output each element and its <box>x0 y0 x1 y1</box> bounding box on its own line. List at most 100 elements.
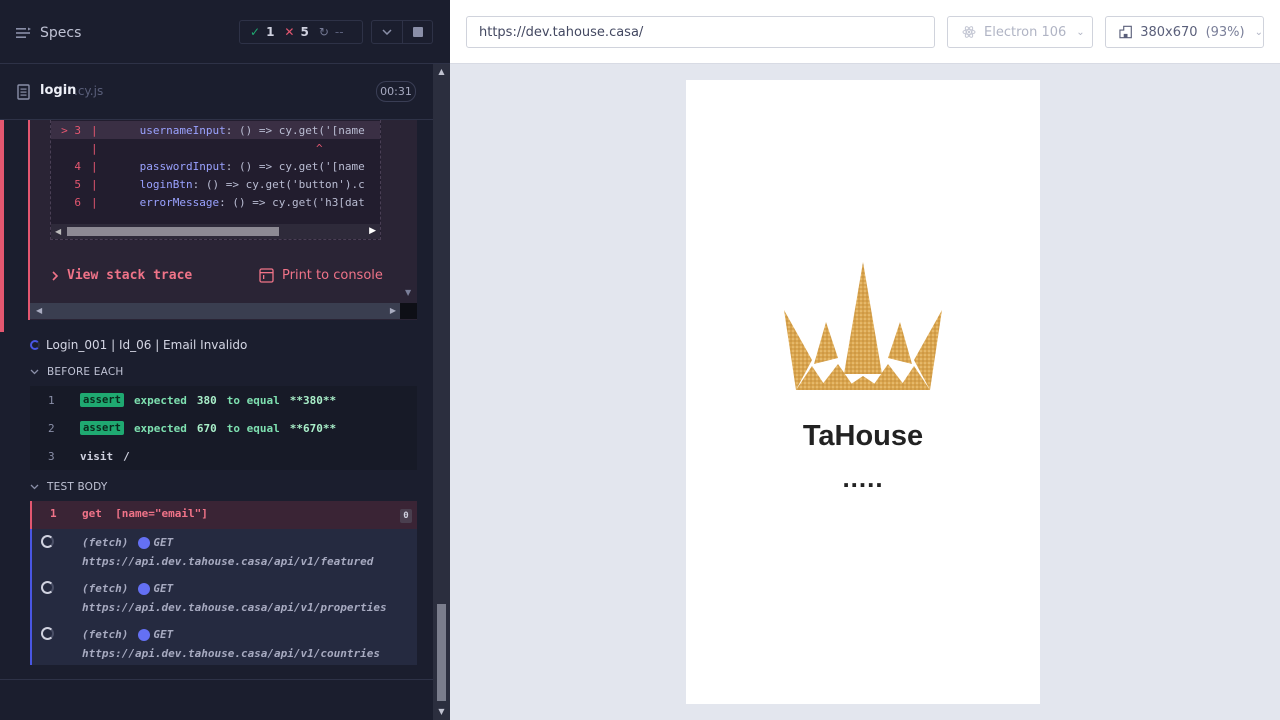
code-line: | ^ <box>91 141 323 155</box>
test-title: Login_001 | Id_06 | Email Invalido <box>46 338 248 352</box>
fetch-method: GET <box>153 536 174 549</box>
loading-indicator: ..... <box>842 463 884 493</box>
viewport-selector[interactable]: 380x670 (93%) ⌄ <box>1105 16 1264 48</box>
running-spinner-icon <box>30 340 40 350</box>
specs-toggle-button[interactable]: Specs <box>16 22 81 44</box>
pending-dot-icon <box>138 629 151 641</box>
ruler-icon <box>1119 25 1132 39</box>
fetch-command-row[interactable]: (fetch) GET https://api.dev.tahouse.casa… <box>32 623 419 669</box>
print-to-console-label: Print to console <box>282 268 383 283</box>
scroll-right-icon[interactable]: ▶ <box>369 226 376 236</box>
spec-file-extension: .cy.js <box>74 84 104 98</box>
spec-duration: 00:31 <box>376 81 416 102</box>
test-body-commands: 1 get [name="email"] 0 (fetch) GET https… <box>30 501 417 665</box>
view-stack-trace-button[interactable]: View stack trace <box>52 268 192 283</box>
command-row[interactable]: 2 assert expected 670 to equal **670** <box>30 414 417 442</box>
chevron-down-icon: ⌄ <box>1076 26 1085 38</box>
fetch-command-row[interactable]: (fetch) GET https://api.dev.tahouse.casa… <box>32 577 419 623</box>
electron-icon <box>962 26 976 38</box>
reporter-panel: Specs ✓ 1 ✕ 5 ↻ -- login .cy.js 00:31 > … <box>0 0 450 720</box>
browser-selector[interactable]: Electron 106 ⌄ <box>947 16 1093 48</box>
code-prop: usernameInput <box>139 123 226 137</box>
failed-stat: ✕ 5 <box>274 25 308 39</box>
scroll-left-icon[interactable]: ◀ <box>55 227 61 236</box>
assert-text: to equal <box>226 393 280 407</box>
code-line: > 3 | usernameInput: () => cy.get('[name <box>51 121 380 139</box>
command-name: get <box>82 507 102 520</box>
chevron-right-icon <box>52 270 59 281</box>
passed-count: 1 <box>266 25 275 39</box>
fetch-url: https://api.dev.tahouse.casa/api/v1/coun… <box>82 647 381 660</box>
chevron-down-icon <box>30 484 39 490</box>
assert-value: 670 <box>196 421 217 435</box>
code-rest: : () => cy.get('button').c <box>192 177 365 191</box>
command-index: 1 <box>48 393 55 407</box>
line-number: 5 <box>74 177 81 191</box>
error-panel-scrollbar[interactable]: ◀ ▶ <box>30 303 400 319</box>
command-name: assert <box>80 393 124 407</box>
before-each-section-header[interactable]: BEFORE EACH <box>30 366 123 378</box>
loading-spinner-icon <box>41 627 54 640</box>
test-body-section-header[interactable]: TEST BODY <box>30 481 107 493</box>
scroll-down-icon[interactable]: ▼ <box>433 704 450 720</box>
line-number: 6 <box>74 195 81 209</box>
command-arg: [name="email"] <box>115 507 208 520</box>
command-row[interactable]: 1 assert expected 380 to equal **380** <box>30 386 417 414</box>
scroll-right-icon[interactable]: ▶ <box>390 306 396 315</box>
app-frame: TaHouse ..... <box>686 80 1040 704</box>
url-bar[interactable]: https://dev.tahouse.casa/ <box>466 16 935 48</box>
code-rest: : () => cy.get('[name <box>225 123 365 137</box>
viewport-size: 380x670 <box>1140 24 1198 40</box>
brand-name: TaHouse <box>802 420 924 452</box>
test-body-label: TEST BODY <box>47 481 108 493</box>
reporter-scrollbar[interactable]: ▲ ▼ <box>433 64 450 720</box>
code-frame-scrollbar[interactable]: ◀ ▶ <box>51 224 380 239</box>
app-under-test-panel: https://dev.tahouse.casa/ Electron 106 ⌄… <box>450 0 1280 720</box>
scroll-left-icon[interactable]: ◀ <box>36 306 42 315</box>
scrollbar-thumb[interactable] <box>67 227 279 236</box>
assert-value: **380** <box>289 393 337 407</box>
stop-icon <box>412 27 423 37</box>
test-title-row[interactable]: Login_001 | Id_06 | Email Invalido <box>30 338 247 352</box>
before-each-commands: 1 assert expected 380 to equal **380** 2… <box>30 386 417 470</box>
command-index: 3 <box>48 449 55 463</box>
pending-dot-icon <box>138 537 151 549</box>
pending-spinner-icon: ↻ <box>318 25 329 39</box>
cross-icon: ✕ <box>284 25 295 39</box>
print-to-console-button[interactable]: Print to console <box>259 268 383 283</box>
code-frame[interactable]: > 3 | usernameInput: () => cy.get('[name… <box>50 120 381 240</box>
stop-button[interactable] <box>403 20 433 44</box>
terminal-window-icon <box>259 268 274 283</box>
code-rest: : () => cy.get('h3[dat <box>219 195 365 209</box>
fetch-label: (fetch) <box>82 582 129 595</box>
pending-dot-icon <box>138 583 151 595</box>
test-stats: ✓ 1 ✕ 5 ↻ -- <box>239 20 363 44</box>
command-name: visit <box>80 449 114 463</box>
failed-command-row[interactable]: 1 get [name="email"] 0 <box>30 501 417 529</box>
browser-name: Electron 106 <box>984 24 1067 40</box>
element-count-badge: 0 <box>400 509 412 523</box>
error-caret: ^ <box>316 141 323 155</box>
fetch-label: (fetch) <box>82 628 129 641</box>
collapse-all-button[interactable] <box>371 20 403 44</box>
pending-stat: ↻ -- <box>309 25 344 39</box>
chevron-down-icon: ⌄ <box>1254 26 1263 38</box>
code-prop: loginBtn <box>139 177 193 191</box>
fetch-command-row[interactable]: (fetch) GET https://api.dev.tahouse.casa… <box>32 531 419 577</box>
command-arg: / <box>123 449 130 463</box>
scroll-down-icon[interactable]: ▼ <box>405 288 411 297</box>
fetch-method: GET <box>153 628 174 641</box>
chevron-down-icon <box>382 29 392 35</box>
scrollbar-thumb[interactable] <box>437 604 446 701</box>
loading-spinner-icon <box>41 581 54 594</box>
spec-file-name: login <box>40 83 77 98</box>
scroll-up-icon[interactable]: ▲ <box>433 64 450 80</box>
assert-value: 380 <box>196 393 217 407</box>
command-row[interactable]: 3 visit / <box>30 442 417 470</box>
line-number: 4 <box>74 159 81 173</box>
crown-logo <box>784 262 942 390</box>
code-line: 6 | errorMessage: () => cy.get('h3[dat <box>51 193 380 211</box>
before-each-label: BEFORE EACH <box>47 366 124 378</box>
view-stack-trace-label: View stack trace <box>67 268 193 283</box>
fetch-url: https://api.dev.tahouse.casa/api/v1/prop… <box>82 601 387 614</box>
